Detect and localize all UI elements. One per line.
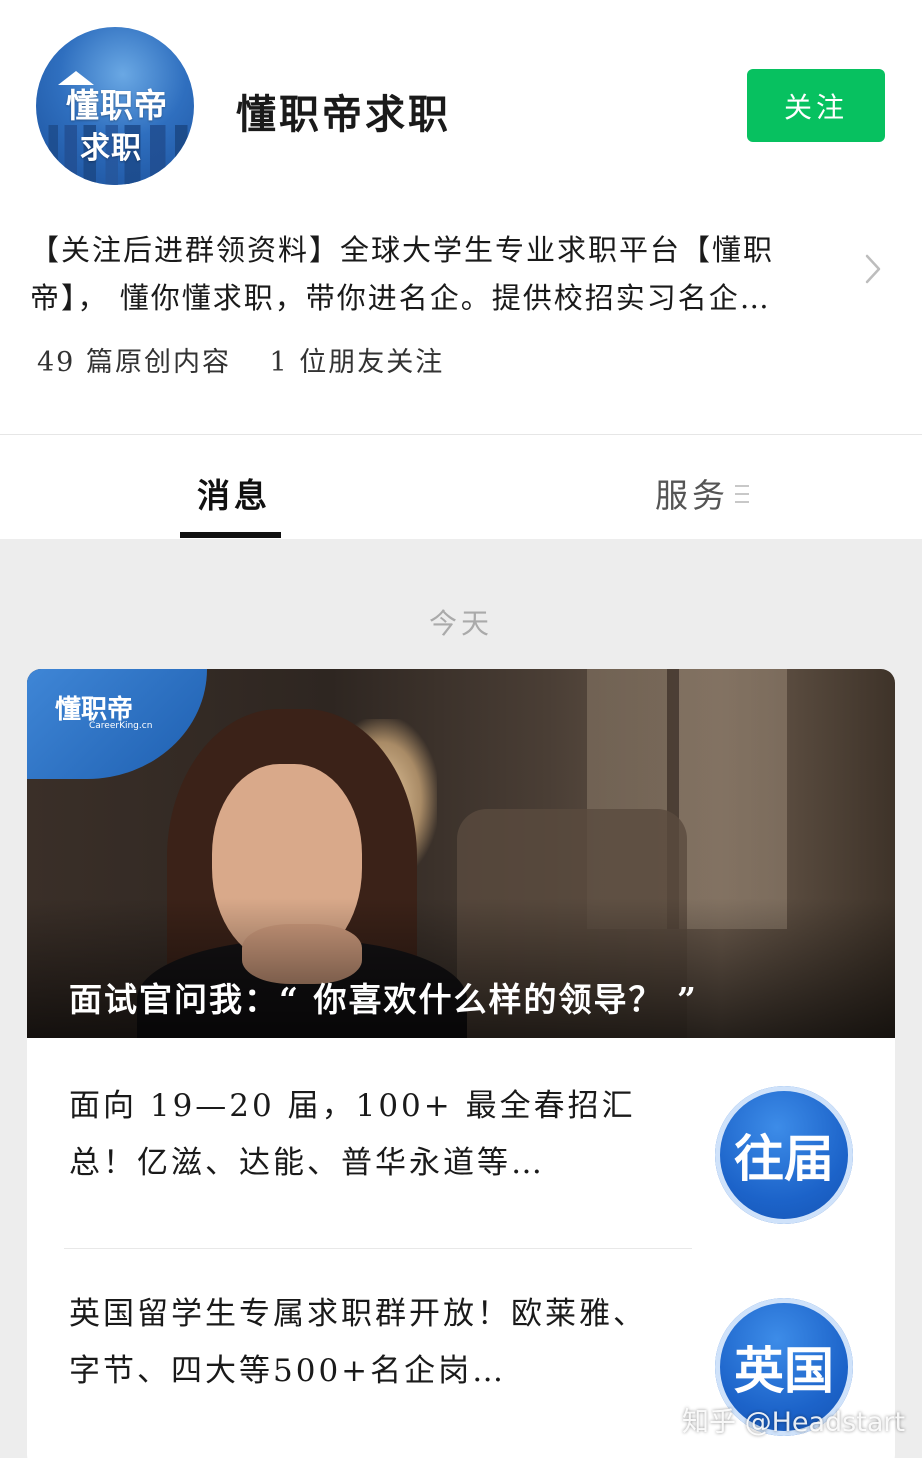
original-content-count[interactable]: 49 篇原创内容 <box>37 347 231 378</box>
account-avatar[interactable]: 懂职帝 求职 <box>36 27 194 185</box>
account-description[interactable]: 【关注后进群领资料】全球大学生专业求职平台【懂职帝】， 懂你懂求职，带你进名企。… <box>30 226 830 322</box>
tab-messages[interactable]: 消息 <box>197 469 271 517</box>
cover-title: 面试官问我：“ 你喜欢什么样的领导？ ” <box>69 980 698 1019</box>
follow-button[interactable]: 关注 <box>747 69 885 142</box>
cover-brand-domain: CareerKing.cn <box>89 721 153 731</box>
avatar-text-line2: 求职 <box>80 131 142 166</box>
active-tab-indicator <box>180 532 281 538</box>
cover-article[interactable]: 懂职帝 CareerKing.cn 面试官问我：“ 你喜欢什么样的领导？ ” <box>27 669 895 1038</box>
account-profile: 懂职帝 求职 懂职帝求职 关注 【关注后进群领资料】全球大学生专业求职平台【懂职… <box>0 0 922 434</box>
friends-following-count[interactable]: 1 位朋友关注 <box>270 347 445 378</box>
tab-bar: 消息 服务 <box>0 434 922 539</box>
message-card: 懂职帝 CareerKing.cn 面试官问我：“ 你喜欢什么样的领导？ ” 面… <box>27 669 895 1458</box>
list-item[interactable]: 面向 19—20 届，100+ 最全春招汇总！亿滋、达能、普华永道等… 往届 <box>27 1038 895 1246</box>
chevron-right-icon[interactable] <box>862 252 884 286</box>
tab-services[interactable]: 服务 <box>655 469 749 517</box>
account-stats: 49 篇原创内容 1 位朋友关注 <box>37 340 472 379</box>
article-title: 英国留学生专属求职群开放！欧莱雅、字节、四大等500+名企岗… <box>69 1296 647 1389</box>
account-name: 懂职帝求职 <box>236 91 451 138</box>
watermark: 知乎 @Headstart <box>682 1407 906 1438</box>
tab-services-label: 服务 <box>655 476 729 515</box>
menu-icon <box>735 485 749 503</box>
avatar-text-line1: 懂职帝 <box>66 86 168 125</box>
date-divider: 今天 <box>428 607 493 640</box>
article-title: 面向 19—20 届，100+ 最全春招汇总！亿滋、达能、普华永道等… <box>69 1088 636 1181</box>
article-thumbnail: 往届 <box>715 1086 853 1224</box>
